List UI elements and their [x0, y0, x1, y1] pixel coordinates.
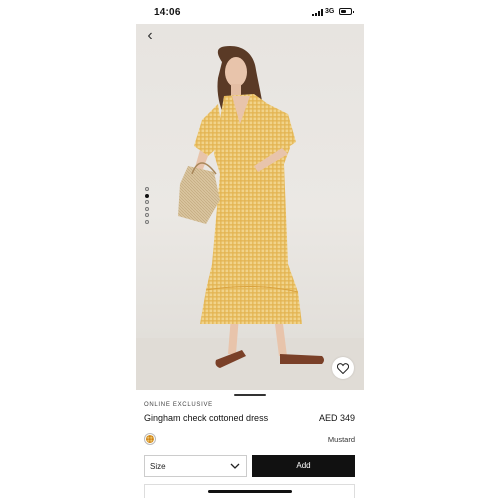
- gallery-dot[interactable]: [145, 206, 149, 211]
- add-to-bag-button[interactable]: Add: [252, 455, 355, 477]
- back-chevron-icon[interactable]: ‹: [142, 28, 158, 45]
- color-swatch[interactable]: [144, 433, 156, 445]
- product-name: Gingham check cottoned dress: [144, 413, 269, 423]
- chevron-down-icon: [230, 463, 240, 469]
- size-placeholder: Size: [150, 462, 166, 471]
- signal-icon: [312, 9, 324, 16]
- status-time: 14:06: [154, 7, 181, 18]
- network-type: 3G: [325, 8, 335, 15]
- gallery-dot[interactable]: [145, 200, 149, 204]
- product-image[interactable]: ‹: [136, 24, 364, 390]
- color-name: Mustard: [327, 435, 355, 444]
- status-bar: 14:06 3G: [136, 0, 364, 24]
- gallery-dot-active[interactable]: [145, 193, 149, 198]
- battery-icon: [339, 8, 354, 15]
- model-figure: [178, 46, 324, 368]
- phone-screen: 14:06 3G ‹ ONLINE EXCLUSIVE Gingham chec…: [136, 0, 364, 498]
- size-select[interactable]: Size: [144, 455, 247, 477]
- exclusive-label: ONLINE EXCLUSIVE: [144, 402, 213, 408]
- heart-icon: [337, 363, 349, 374]
- gallery-dot[interactable]: [145, 187, 149, 191]
- sheet-handle[interactable]: [234, 394, 266, 396]
- gallery-dot[interactable]: [145, 213, 149, 217]
- product-price: AED 349: [318, 413, 355, 423]
- favorite-button[interactable]: [332, 357, 354, 379]
- gallery-dot[interactable]: [145, 219, 149, 224]
- gallery-pagination: [145, 187, 151, 226]
- home-indicator[interactable]: [208, 490, 292, 493]
